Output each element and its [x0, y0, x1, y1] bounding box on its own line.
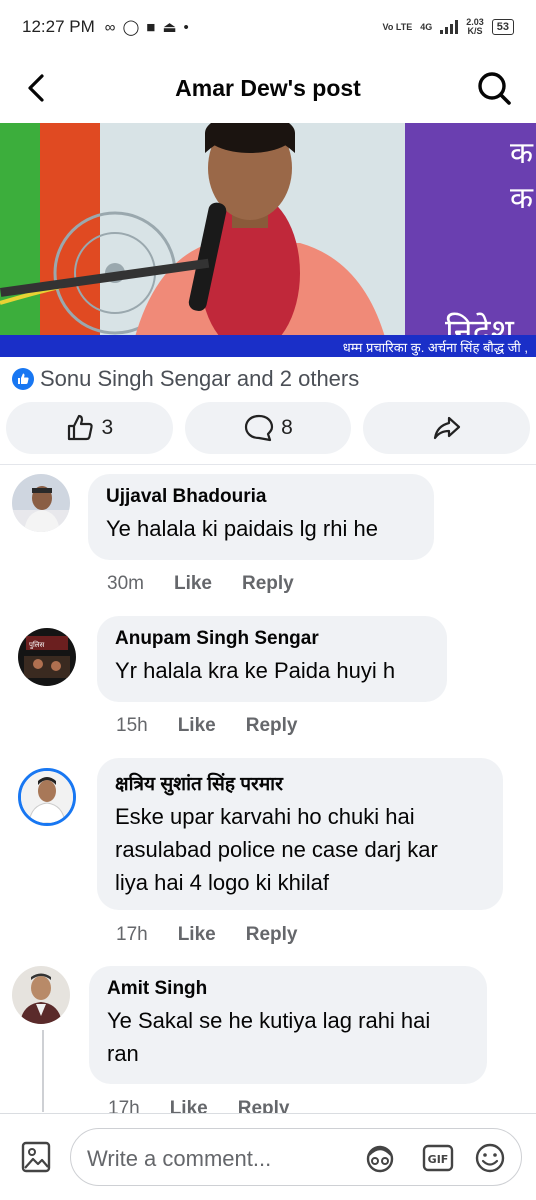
comment-text-line: Ye Sakal se he kutiya lag rahi hai — [107, 1008, 431, 1033]
comment-text-line: ran — [107, 1041, 139, 1066]
comment-time: 17h — [116, 924, 148, 945]
back-arrow-icon — [28, 74, 44, 102]
gif-icon: GIF — [422, 1144, 454, 1172]
comment-meta: 17h Like Reply — [116, 924, 297, 946]
post-actions: 3 8 — [6, 402, 531, 454]
divider — [0, 464, 536, 465]
back-button[interactable] — [20, 70, 56, 106]
comment-bubble[interactable]: क्षत्रिय सुशांत सिंह परमार Eske upar kar… — [97, 758, 503, 910]
comment-meta: 30m Like Reply — [107, 573, 294, 595]
comment-bubble[interactable]: Ujjaval Bhadouria Ye halala ki paidais l… — [88, 474, 434, 560]
avatar[interactable] — [12, 966, 70, 1024]
photo-button[interactable] — [20, 1140, 52, 1174]
photo-icon — [21, 1141, 51, 1173]
like-reaction-icon — [12, 368, 34, 390]
emoji-button[interactable] — [473, 1141, 507, 1175]
comment-button[interactable]: 8 — [184, 402, 352, 454]
comment-bubble[interactable]: Amit Singh Ye Sakal se he kutiya lag rah… — [89, 966, 487, 1084]
whatsapp-icon: ◯ — [122, 19, 140, 36]
image-caption: धम्म प्रचारिका कु. अर्चना सिंह बौद्ध जी … — [0, 335, 536, 357]
like-count: 3 — [101, 416, 114, 439]
comment-input[interactable]: Write a comment... GIF — [70, 1128, 522, 1186]
comment-author[interactable]: Ujjaval Bhadouria — [106, 486, 416, 508]
comment-count: 8 — [281, 416, 293, 439]
comment-meta: 15h Like Reply — [116, 715, 297, 737]
comment-author[interactable]: Amit Singh — [107, 978, 469, 1000]
comment-icon — [245, 414, 274, 442]
voicemail-icon: ∞ — [104, 18, 116, 36]
comment-author[interactable]: Anupam Singh Sengar — [115, 628, 429, 650]
speed-unit: K/S — [467, 26, 483, 36]
avatar[interactable] — [12, 474, 70, 532]
comment-reply-link[interactable]: Reply — [246, 715, 298, 737]
volte-indicator: Vo LTE — [382, 21, 413, 32]
comment-input-placeholder: Write a comment... — [87, 1146, 272, 1171]
search-button[interactable] — [474, 68, 514, 108]
svg-text:क: क — [510, 136, 534, 171]
comment-text: Ye Sakal se he kutiya lag rahi hai ran — [107, 1004, 469, 1070]
battery-level: 53 — [496, 21, 509, 33]
avatar-sticker-button[interactable] — [363, 1141, 397, 1175]
share-icon — [433, 416, 460, 440]
comment-text-line: Eske upar karvahi ho chuki hai — [115, 804, 415, 829]
like-button[interactable]: 3 — [6, 402, 173, 454]
comment-time: 15h — [116, 715, 148, 736]
more-dot-icon: • — [183, 18, 189, 36]
signal-icon — [440, 20, 459, 34]
comment-like-link[interactable]: Like — [174, 573, 212, 595]
avatar[interactable]: पुलिस — [18, 628, 76, 686]
comment-time: 30m — [107, 573, 144, 594]
comment-like-link[interactable]: Like — [178, 924, 216, 946]
share-button[interactable] — [363, 402, 531, 454]
gif-button[interactable]: GIF — [421, 1141, 455, 1175]
post-header: Amar Dew's post — [0, 58, 536, 118]
app-square-icon: ■ — [146, 18, 156, 36]
comment-text: Ye halala ki paidais lg rhi he — [106, 516, 378, 541]
reply-thread-line — [42, 1030, 44, 1112]
thumbs-up-icon — [68, 414, 94, 441]
emoji-icon — [475, 1143, 505, 1173]
post-photo: क क निदेश — [0, 123, 536, 357]
reactions-text: Sonu Singh Sengar and 2 others — [40, 366, 360, 391]
avatar[interactable] — [18, 768, 76, 826]
avatar-sticker-icon — [366, 1145, 394, 1173]
comment-text-line: rasulabad police ne case darj kar — [115, 837, 438, 862]
comment-bubble[interactable]: Anupam Singh Sengar Yr halala kra ke Pai… — [97, 616, 447, 702]
battery-icon: 53 — [491, 19, 514, 35]
status-time: 12:27 PM — [22, 17, 95, 36]
page-title: Amar Dew's post — [175, 74, 361, 101]
comment-text: Eske upar karvahi ho chuki hai rasulabad… — [115, 800, 485, 899]
status-bar: 12:27 PM ∞ ◯ ■ ⏏ • Vo LTE 4G 2.03 K/S 53 — [0, 0, 536, 54]
svg-text:पुलिस: पुलिस — [29, 640, 45, 649]
comment-reply-link[interactable]: Reply — [246, 924, 298, 946]
comment-reply-link[interactable]: Reply — [242, 573, 294, 595]
notification-icon: ⏏ — [162, 19, 177, 36]
gif-label: GIF — [428, 1153, 449, 1166]
search-icon — [478, 72, 511, 105]
comment-text: Yr halala kra ke Paida huyi h — [115, 658, 396, 683]
network-type: 4G — [420, 22, 433, 32]
comment-like-link[interactable]: Like — [178, 715, 216, 737]
reactions-summary[interactable]: Sonu Singh Sengar and 2 others — [12, 364, 359, 394]
svg-text:क: क — [510, 181, 534, 216]
comment-author[interactable]: क्षत्रिय सुशांत सिंह परमार — [115, 770, 485, 796]
post-image[interactable]: क क निदेश धम्म प्रचारिका कु. अर्चना सिंह… — [0, 123, 536, 357]
comment-composer: Write a comment... GIF — [0, 1113, 536, 1200]
comment-text-line: liya hai 4 logo ki khilaf — [115, 870, 330, 895]
